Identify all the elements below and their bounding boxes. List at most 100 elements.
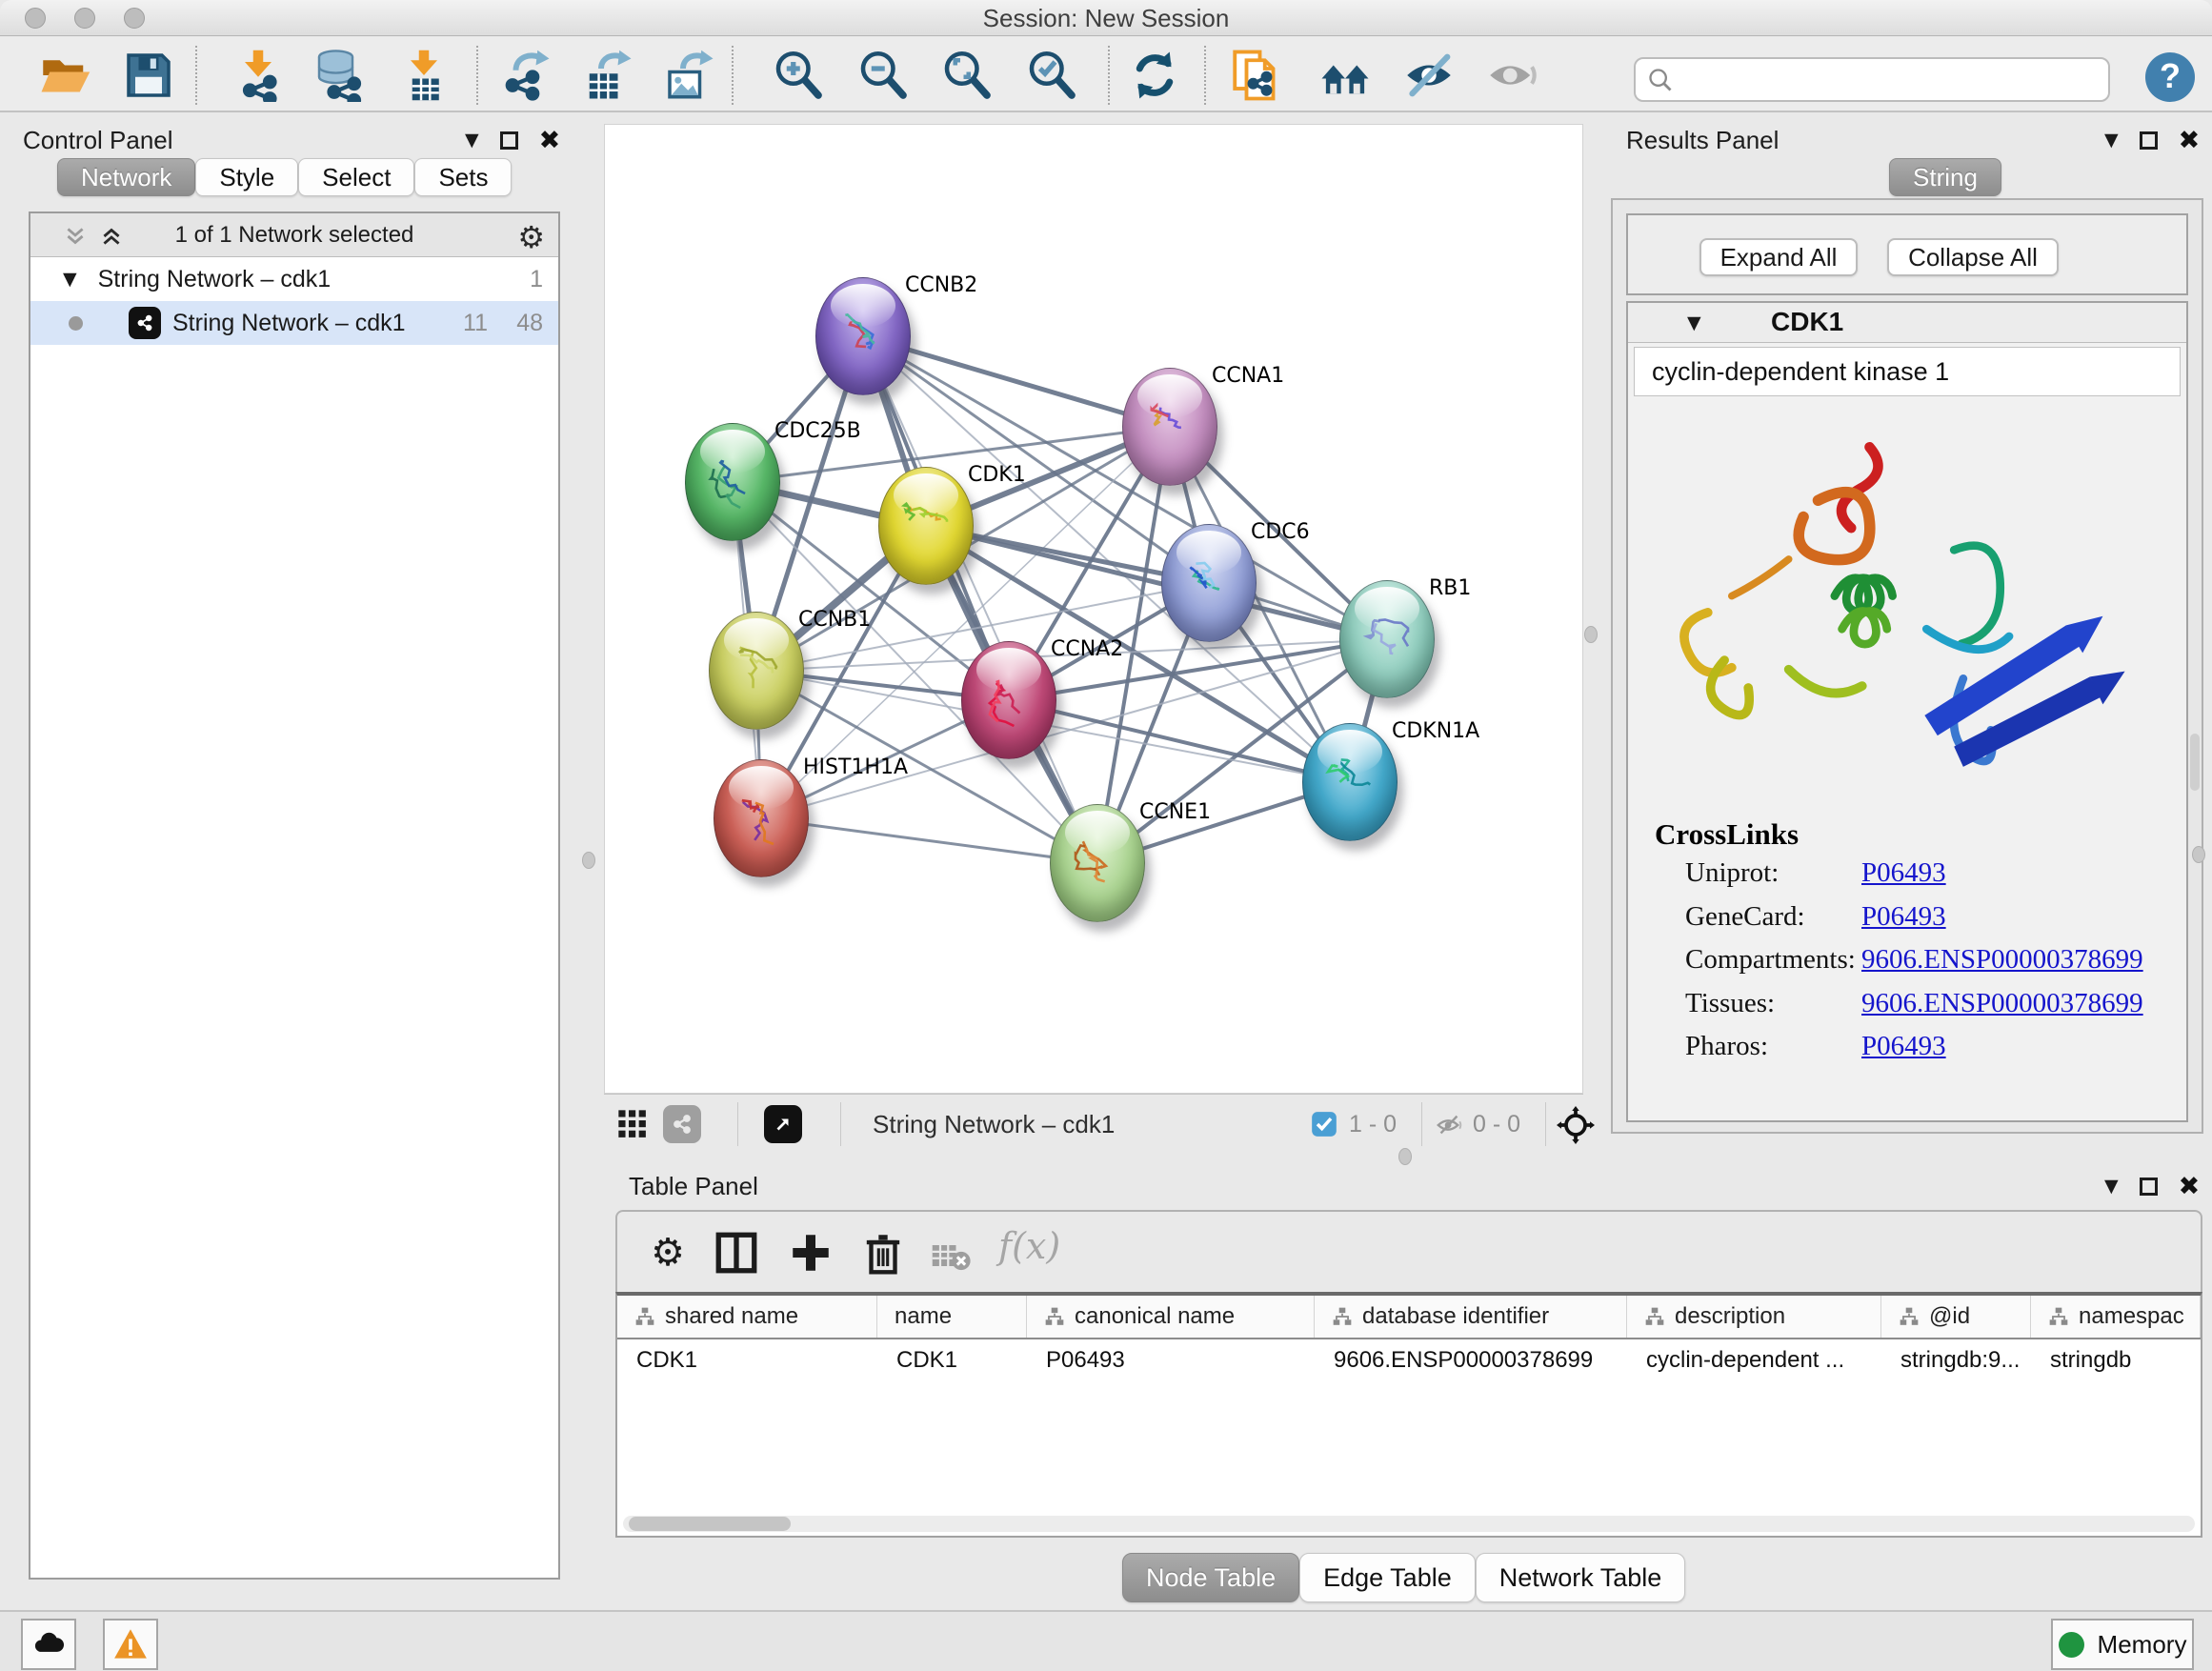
close-panel-icon[interactable]: ✖ (539, 131, 561, 150)
save-session-icon[interactable] (122, 49, 175, 102)
table-cell[interactable]: stringdb (2031, 1339, 2201, 1381)
zoom-out-icon[interactable] (856, 49, 910, 102)
crosslink-value-link[interactable]: P06493 (1861, 1031, 1946, 1062)
collapse-all-button[interactable]: Collapse All (1887, 238, 2059, 276)
open-session-icon[interactable] (38, 49, 91, 102)
show-columns-icon[interactable] (713, 1229, 760, 1277)
expand-all-button[interactable]: Expand All (1699, 238, 1858, 276)
import-table-icon[interactable] (397, 49, 451, 102)
show-all-icon[interactable] (1485, 49, 1538, 102)
network-canvas[interactable]: CCNB2CCNA1CDC25BCDK1CDC6RB1CCNB1CCNA2CDK… (604, 124, 1583, 1094)
tab-select[interactable]: Select (298, 158, 414, 196)
birdseye-grid-icon[interactable] (617, 1109, 648, 1144)
tab-node-table[interactable]: Node Table (1122, 1553, 1299, 1602)
tab-edge-table[interactable]: Edge Table (1299, 1553, 1476, 1602)
network-collection-row[interactable]: ▼ String Network – cdk1 1 (30, 257, 558, 301)
crosslink-value-link[interactable]: 9606.ENSP00000378699 (1861, 944, 2143, 976)
float-panel-icon[interactable] (500, 131, 518, 150)
delete-column-icon[interactable] (859, 1229, 907, 1277)
close-window-button[interactable] (25, 8, 46, 29)
export-table-icon[interactable] (581, 49, 634, 102)
tab-network-table[interactable]: Network Table (1476, 1553, 1686, 1602)
table-cell[interactable]: CDK1 (877, 1339, 1027, 1381)
gear-icon[interactable]: ⚙ (517, 219, 545, 255)
network-node-CDC6[interactable] (1161, 524, 1257, 642)
table-cell[interactable]: 9606.ENSP00000378699 (1315, 1339, 1627, 1381)
crosslink-value-link[interactable]: P06493 (1861, 857, 1946, 889)
zoom-fit-icon[interactable] (940, 49, 994, 102)
table-h-scrollbar-thumb[interactable] (629, 1517, 791, 1531)
panel-menu-icon[interactable]: ▼ (2104, 130, 2119, 151)
splitter-grip[interactable] (2192, 846, 2205, 863)
close-panel-icon[interactable]: ✖ (2179, 131, 2201, 150)
network-node-RB1[interactable] (1339, 580, 1435, 698)
results-scrollbar-thumb[interactable] (2190, 734, 2200, 791)
column-header-canonical-name[interactable]: canonical name (1027, 1296, 1315, 1338)
splitter-grip[interactable] (1398, 1148, 1412, 1165)
fit-selected-crosshair-icon[interactable] (1557, 1106, 1595, 1149)
table-settings-gear-icon[interactable]: ⚙ (644, 1229, 692, 1277)
column-header-description[interactable]: description (1627, 1296, 1881, 1338)
zoom-selected-icon[interactable] (1025, 49, 1078, 102)
network-node-CDKN1A[interactable] (1302, 723, 1398, 841)
network-node-CCNA1[interactable] (1122, 368, 1217, 486)
splitter-grip[interactable] (582, 852, 595, 869)
open-in-window-icon[interactable] (764, 1105, 802, 1143)
column-header--id[interactable]: @id (1881, 1296, 2031, 1338)
hide-selected-icon[interactable] (1402, 49, 1456, 102)
tab-style[interactable]: Style (195, 158, 298, 196)
table-cell[interactable]: cyclin-dependent ... (1627, 1339, 1881, 1381)
network-row[interactable]: String Network – cdk1 11 48 (30, 301, 558, 345)
table-row[interactable]: CDK1CDK1P064939606.ENSP00000378699cyclin… (617, 1339, 2201, 1381)
network-edge-CDK1-RB1[interactable] (926, 526, 1387, 639)
help-button[interactable]: ? (2145, 52, 2195, 102)
add-column-icon[interactable] (787, 1229, 835, 1277)
column-header-database-identifier[interactable]: database identifier (1315, 1296, 1627, 1338)
tab-string[interactable]: String (1889, 158, 2001, 196)
minimize-window-button[interactable] (74, 8, 95, 29)
network-node-CCNB2[interactable] (815, 277, 911, 395)
section-expander-icon[interactable]: ▼ (1687, 312, 1701, 333)
float-panel-icon[interactable] (2140, 1178, 2158, 1196)
string-view-icon[interactable] (663, 1105, 701, 1143)
zoom-in-icon[interactable] (772, 49, 825, 102)
search-field[interactable] (1634, 57, 2110, 102)
memory-button[interactable]: Memory (2051, 1619, 2194, 1670)
column-header-shared-name[interactable]: shared name (617, 1296, 877, 1338)
warning-button[interactable] (103, 1619, 158, 1670)
table-cell[interactable]: stringdb:9... (1881, 1339, 2031, 1381)
network-edge-CCNB2-CCNE1[interactable] (863, 336, 1097, 863)
close-panel-icon[interactable]: ✖ (2179, 1178, 2201, 1196)
network-node-CCNB1[interactable] (709, 612, 804, 730)
hidden-eye-icon[interactable] (1435, 1111, 1463, 1144)
selected-checkbox-icon[interactable] (1311, 1111, 1337, 1142)
refresh-view-icon[interactable] (1128, 49, 1181, 102)
column-header-namespac[interactable]: namespac (2031, 1296, 2201, 1338)
tab-network[interactable]: Network (57, 158, 195, 196)
panel-menu-icon[interactable]: ▼ (465, 130, 479, 151)
export-network-icon[interactable] (499, 49, 553, 102)
search-input[interactable] (1674, 67, 2083, 93)
import-network-database-icon[interactable] (312, 49, 366, 102)
network-node-CDC25B[interactable] (685, 423, 780, 541)
network-node-CDK1[interactable] (878, 467, 974, 585)
gene-section-header[interactable]: ▼ CDK1 (1628, 303, 2186, 343)
network-node-HIST1H1A[interactable] (714, 759, 809, 877)
table-cell[interactable]: P06493 (1027, 1339, 1315, 1381)
crosslink-value-link[interactable]: P06493 (1861, 901, 1946, 933)
panel-menu-icon[interactable]: ▼ (2104, 1176, 2119, 1197)
new-network-from-selection-icon[interactable] (1230, 49, 1283, 102)
float-panel-icon[interactable] (2140, 131, 2158, 150)
network-node-CCNE1[interactable] (1050, 804, 1145, 922)
network-node-CCNA2[interactable] (961, 641, 1056, 759)
crosslink-value-link[interactable]: 9606.ENSP00000378699 (1861, 988, 2143, 1019)
cloud-button[interactable] (21, 1619, 76, 1670)
zoom-window-button[interactable] (124, 8, 145, 29)
import-network-file-icon[interactable] (231, 49, 285, 102)
tab-sets[interactable]: Sets (414, 158, 512, 196)
table-cell[interactable]: CDK1 (617, 1339, 877, 1381)
first-neighbors-icon[interactable] (1318, 49, 1372, 102)
column-header-name[interactable]: name (877, 1296, 1027, 1338)
network-edge-HIST1H1A-CCNE1[interactable] (761, 818, 1097, 863)
export-image-icon[interactable] (663, 49, 716, 102)
